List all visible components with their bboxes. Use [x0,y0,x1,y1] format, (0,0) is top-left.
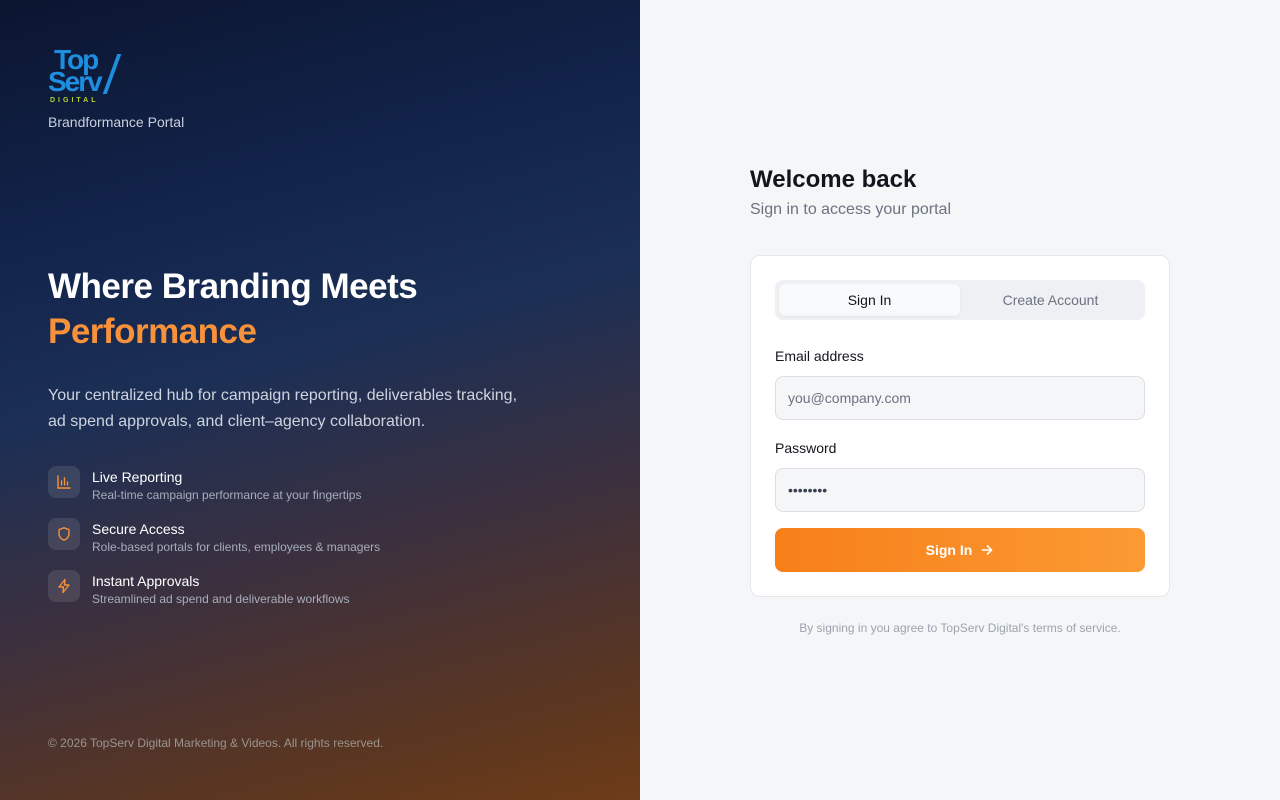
feature-item: Instant Approvals Streamlined ad spend a… [48,570,380,622]
hero-panel: Top Serv DIGITAL Brandformance Portal Wh… [0,0,640,800]
topserv-logo: Top Serv DIGITAL [48,46,124,106]
tab-sign-in[interactable]: Sign In [779,284,960,316]
feature-subtitle: Role-based portals for clients, employee… [92,540,381,554]
shield-icon [48,518,80,550]
sign-in-button-label: Sign In [925,542,973,558]
password-label: Password [775,440,837,456]
feature-list: Live Reporting Real-time campaign perfor… [48,466,380,622]
logo-text-digital: DIGITAL [50,97,99,104]
auth-panel: Welcome back Sign in to access your port… [640,0,1280,800]
portal-name: Brandformance Portal [48,114,185,130]
auth-tabs: Sign In Create Account [775,280,1145,320]
lightning-icon [48,570,80,602]
bar-chart-icon [48,466,80,498]
feature-item: Live Reporting Real-time campaign perfor… [48,466,380,518]
feature-title: Secure Access [92,521,185,537]
password-field[interactable] [775,468,1145,512]
terms-notice: By signing in you agree to TopServ Digit… [799,621,1121,635]
logo-text-serv: Serv [48,66,103,97]
feature-title: Live Reporting [92,469,183,485]
welcome-title: Welcome back [750,166,917,193]
feature-subtitle: Real-time campaign performance at your f… [92,488,362,502]
email-label: Email address [775,348,864,364]
arrow-right-icon [982,545,993,555]
email-field[interactable] [775,376,1145,420]
feature-title: Instant Approvals [92,573,200,589]
copyright-text: © 2026 TopServ Digital Marketing & Video… [48,736,384,750]
headline-line-1: Where Branding Meets [48,267,418,306]
feature-item: Secure Access Role-based portals for cli… [48,518,380,570]
feature-subtitle: Streamlined ad spend and deliverable wor… [92,592,350,606]
hero-description: Your centralized hub for campaign report… [48,387,518,430]
logo-slash [102,54,122,94]
sign-in-button[interactable]: Sign In [775,528,1145,572]
tab-create-account[interactable]: Create Account [960,284,1141,316]
headline-highlight: Performance [48,312,257,351]
hero-headline: Where Branding Meets Performance [48,264,418,354]
signin-card: Sign In Create Account Email address Pas… [750,255,1170,597]
welcome-subtitle: Sign in to access your portal [750,201,951,218]
